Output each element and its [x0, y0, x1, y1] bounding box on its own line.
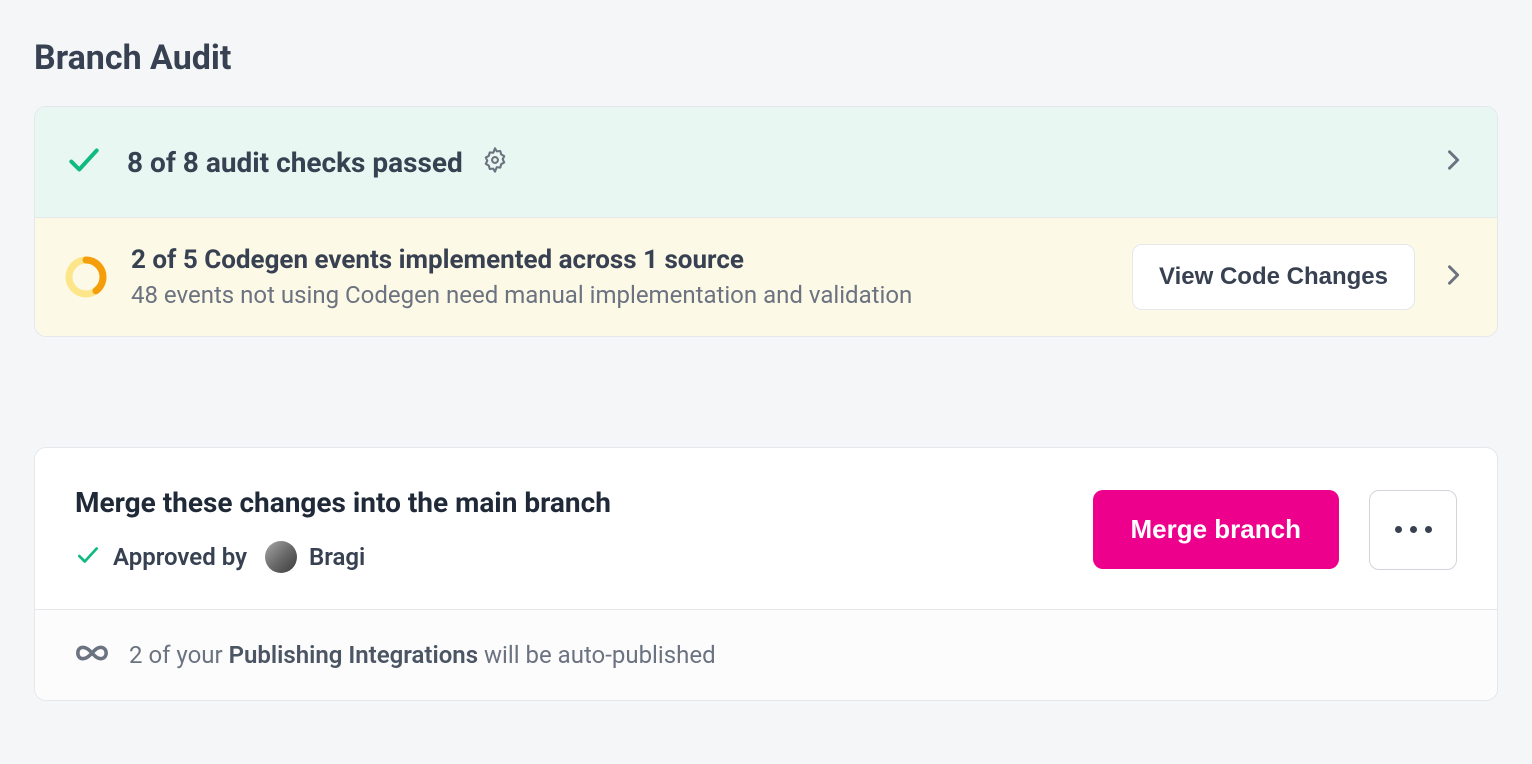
audit-card: 8 of 8 audit checks passed [34, 106, 1498, 337]
chevron-right-icon [1439, 146, 1467, 178]
check-icon [75, 542, 101, 572]
gear-icon[interactable] [481, 146, 509, 178]
more-icon [1395, 526, 1432, 533]
merge-footer: 2 of your Publishing Integrations will b… [35, 609, 1497, 700]
page-container: Branch Audit 8 of 8 audit checks passed [0, 0, 1532, 739]
infinity-icon [75, 636, 109, 674]
audit-success-row[interactable]: 8 of 8 audit checks passed [35, 107, 1497, 217]
avatar [265, 541, 297, 573]
merge-title: Merge these changes into the main branch [75, 486, 1073, 519]
progress-ring-icon [65, 256, 107, 298]
merge-left: Merge these changes into the main branch… [75, 486, 1073, 573]
codegen-text-wrap: 2 of 5 Codegen events implemented across… [131, 245, 912, 309]
more-options-button[interactable] [1369, 490, 1457, 570]
codegen-title: 2 of 5 Codegen events implemented across… [131, 245, 912, 275]
check-icon [65, 141, 103, 183]
approved-by-label: Approved by [113, 543, 247, 571]
merge-branch-button[interactable]: Merge branch [1093, 490, 1340, 569]
footer-suffix: will be auto-published [478, 641, 716, 669]
view-code-changes-button[interactable]: View Code Changes [1132, 244, 1415, 310]
merge-top: Merge these changes into the main branch… [35, 448, 1497, 609]
page-title: Branch Audit [34, 38, 1498, 78]
approver-name: Bragi [309, 543, 365, 571]
audit-codegen-row[interactable]: 2 of 5 Codegen events implemented across… [35, 217, 1497, 336]
codegen-subtitle: 48 events not using Codegen need manual … [131, 281, 912, 309]
footer-bold: Publishing Integrations [229, 641, 478, 669]
merge-card: Merge these changes into the main branch… [34, 447, 1498, 701]
approved-row: Approved by Bragi [75, 541, 1073, 573]
footer-prefix: 2 of your [129, 641, 229, 669]
footer-text: 2 of your Publishing Integrations will b… [129, 641, 716, 669]
audit-success-text: 8 of 8 audit checks passed [127, 146, 463, 179]
chevron-right-icon [1439, 261, 1467, 293]
